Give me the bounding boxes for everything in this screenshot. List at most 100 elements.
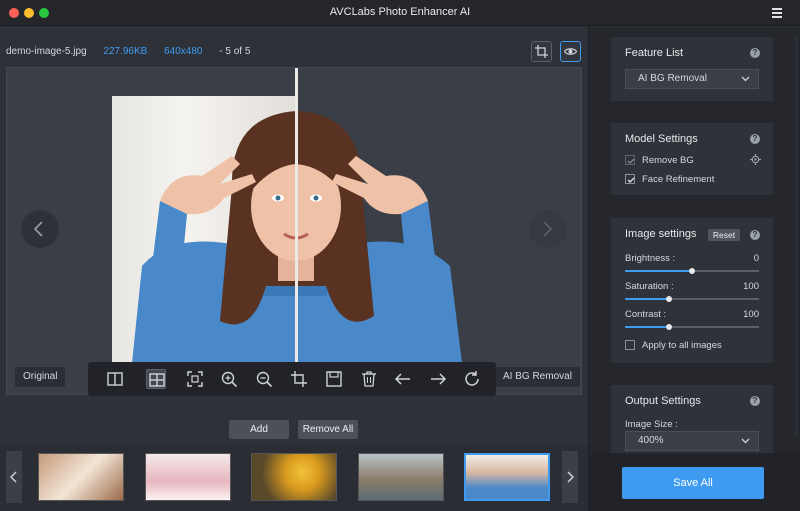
title-bar: AVCLabs Photo Enhancer AI xyxy=(0,0,800,26)
brightness-slider-knob[interactable] xyxy=(689,268,695,274)
chevron-right-icon xyxy=(543,221,553,237)
thumbnail-2[interactable] xyxy=(145,453,231,501)
save-bar: Save All xyxy=(589,453,800,511)
model-settings-card: Model Settings ? Remove BG Face Refineme… xyxy=(611,123,773,195)
saturation-slider-knob[interactable] xyxy=(666,296,672,302)
feature-help-icon[interactable]: ? xyxy=(750,48,760,58)
remove-bg-checkbox[interactable] xyxy=(625,155,635,165)
rotate-button[interactable] xyxy=(462,369,482,389)
photo-comparison xyxy=(112,96,476,363)
arrow-left-icon xyxy=(394,373,410,385)
file-name: demo-image-5.jpg xyxy=(6,46,87,57)
zoom-out-icon xyxy=(256,371,273,388)
original-label: Original xyxy=(14,366,67,388)
gear-icon[interactable] xyxy=(750,154,761,165)
preview-toggle-button[interactable] xyxy=(560,41,581,62)
saturation-label: Saturation : xyxy=(625,281,674,292)
output-settings-card: Output Settings ? Image Size : 400% xyxy=(611,385,773,453)
fit-screen-icon xyxy=(187,371,203,387)
save-icon xyxy=(326,371,342,387)
brightness-label: Brightness : xyxy=(625,253,676,264)
split-view-button[interactable] xyxy=(105,369,125,389)
face-refinement-label: Face Refinement xyxy=(642,174,715,185)
remove-bg-label: Remove BG xyxy=(642,155,694,166)
saturation-slider-fill xyxy=(625,298,669,300)
crop-icon xyxy=(291,371,307,387)
split-view-icon xyxy=(107,372,123,386)
model-settings-title: Model Settings xyxy=(625,133,698,145)
output-help-icon[interactable]: ? xyxy=(750,396,760,406)
toolbar-crop-button[interactable] xyxy=(289,369,309,389)
contrast-slider-fill xyxy=(625,326,669,328)
image-size-value: 400% xyxy=(638,435,664,446)
face-refinement-checkbox[interactable] xyxy=(625,174,635,184)
zoom-in-icon xyxy=(221,371,238,388)
thumbnail-3[interactable] xyxy=(251,453,337,501)
settings-scrollbar[interactable] xyxy=(795,37,798,437)
thumbnail-1[interactable] xyxy=(38,453,124,501)
strip-scroll-right-button[interactable] xyxy=(562,451,578,503)
redo-button[interactable] xyxy=(428,369,448,389)
compare-view-icon xyxy=(149,373,165,387)
next-image-button[interactable] xyxy=(529,210,567,248)
save-image-button[interactable] xyxy=(324,369,344,389)
brightness-slider-fill xyxy=(625,270,692,272)
previous-image-button[interactable] xyxy=(21,210,59,248)
thumbnail-4[interactable] xyxy=(358,453,444,501)
delete-icon xyxy=(362,371,376,387)
image-settings-card: Image settings Reset ? Brightness : 0 Sa… xyxy=(611,218,773,363)
crop-icon xyxy=(535,45,548,58)
contrast-slider[interactable] xyxy=(625,324,759,330)
image-settings-help-icon[interactable]: ? xyxy=(750,230,760,240)
thumbnail-strip xyxy=(0,445,588,511)
saturation-value: 100 xyxy=(743,281,759,292)
remove-bg-option[interactable]: Remove BG xyxy=(625,155,759,167)
file-info: demo-image-5.jpg 227.96KB 640x480 - 5 of… xyxy=(6,46,264,57)
thumbnail-5-selected[interactable] xyxy=(464,453,550,501)
zoom-in-button[interactable] xyxy=(219,369,239,389)
chevron-down-icon xyxy=(741,438,750,444)
output-settings-title: Output Settings xyxy=(625,395,701,407)
contrast-slider-knob[interactable] xyxy=(666,324,672,330)
reset-button[interactable]: Reset xyxy=(708,229,740,241)
arrow-right-icon xyxy=(431,373,447,385)
file-position: - 5 of 5 xyxy=(219,46,251,57)
comparison-divider-handle[interactable] xyxy=(295,68,298,396)
image-size-select[interactable]: 400% xyxy=(625,431,759,451)
image-toolbar xyxy=(88,362,496,396)
add-button[interactable]: Add xyxy=(229,420,289,439)
brightness-slider[interactable] xyxy=(625,268,759,274)
contrast-value: 100 xyxy=(743,309,759,320)
feature-select[interactable]: AI BG Removal xyxy=(625,69,759,89)
image-size-label: Image Size : xyxy=(625,419,678,430)
checkmark-icon xyxy=(627,158,635,164)
remove-all-button[interactable]: Remove All xyxy=(298,420,358,439)
undo-button[interactable] xyxy=(393,369,413,389)
crop-button[interactable] xyxy=(531,41,552,62)
delete-image-button[interactable] xyxy=(359,369,379,389)
app-window: AVCLabs Photo Enhancer AI demo-image-5.j… xyxy=(0,0,800,511)
app-title: AVCLabs Photo Enhancer AI xyxy=(329,6,471,18)
compare-view-button[interactable] xyxy=(146,369,166,389)
hamburger-menu-icon[interactable] xyxy=(772,8,782,18)
save-all-button[interactable]: Save All xyxy=(622,467,764,499)
model-help-icon[interactable]: ? xyxy=(750,134,760,144)
file-size: 227.96KB xyxy=(103,46,148,57)
contrast-label: Contrast : xyxy=(625,309,667,320)
eye-icon xyxy=(564,48,577,55)
zoom-out-button[interactable] xyxy=(254,369,274,389)
chevron-down-icon xyxy=(741,76,750,82)
rotate-icon xyxy=(465,371,479,386)
result-label: AI BG Removal xyxy=(494,366,581,388)
strip-scroll-left-button[interactable] xyxy=(6,451,22,503)
workspace: demo-image-5.jpg 227.96KB 640x480 - 5 of… xyxy=(0,27,588,511)
saturation-slider[interactable] xyxy=(625,296,759,302)
chevron-right-icon xyxy=(567,471,574,483)
apply-all-checkbox[interactable] xyxy=(625,340,635,350)
image-viewer[interactable]: Original AI BG Removal xyxy=(6,67,582,396)
face-refinement-option[interactable]: Face Refinement xyxy=(625,174,759,186)
apply-all-option[interactable]: Apply to all images xyxy=(625,340,759,352)
feature-select-value: AI BG Removal xyxy=(638,73,707,84)
file-dimensions: 640x480 xyxy=(164,46,203,57)
fit-screen-button[interactable] xyxy=(185,369,205,389)
